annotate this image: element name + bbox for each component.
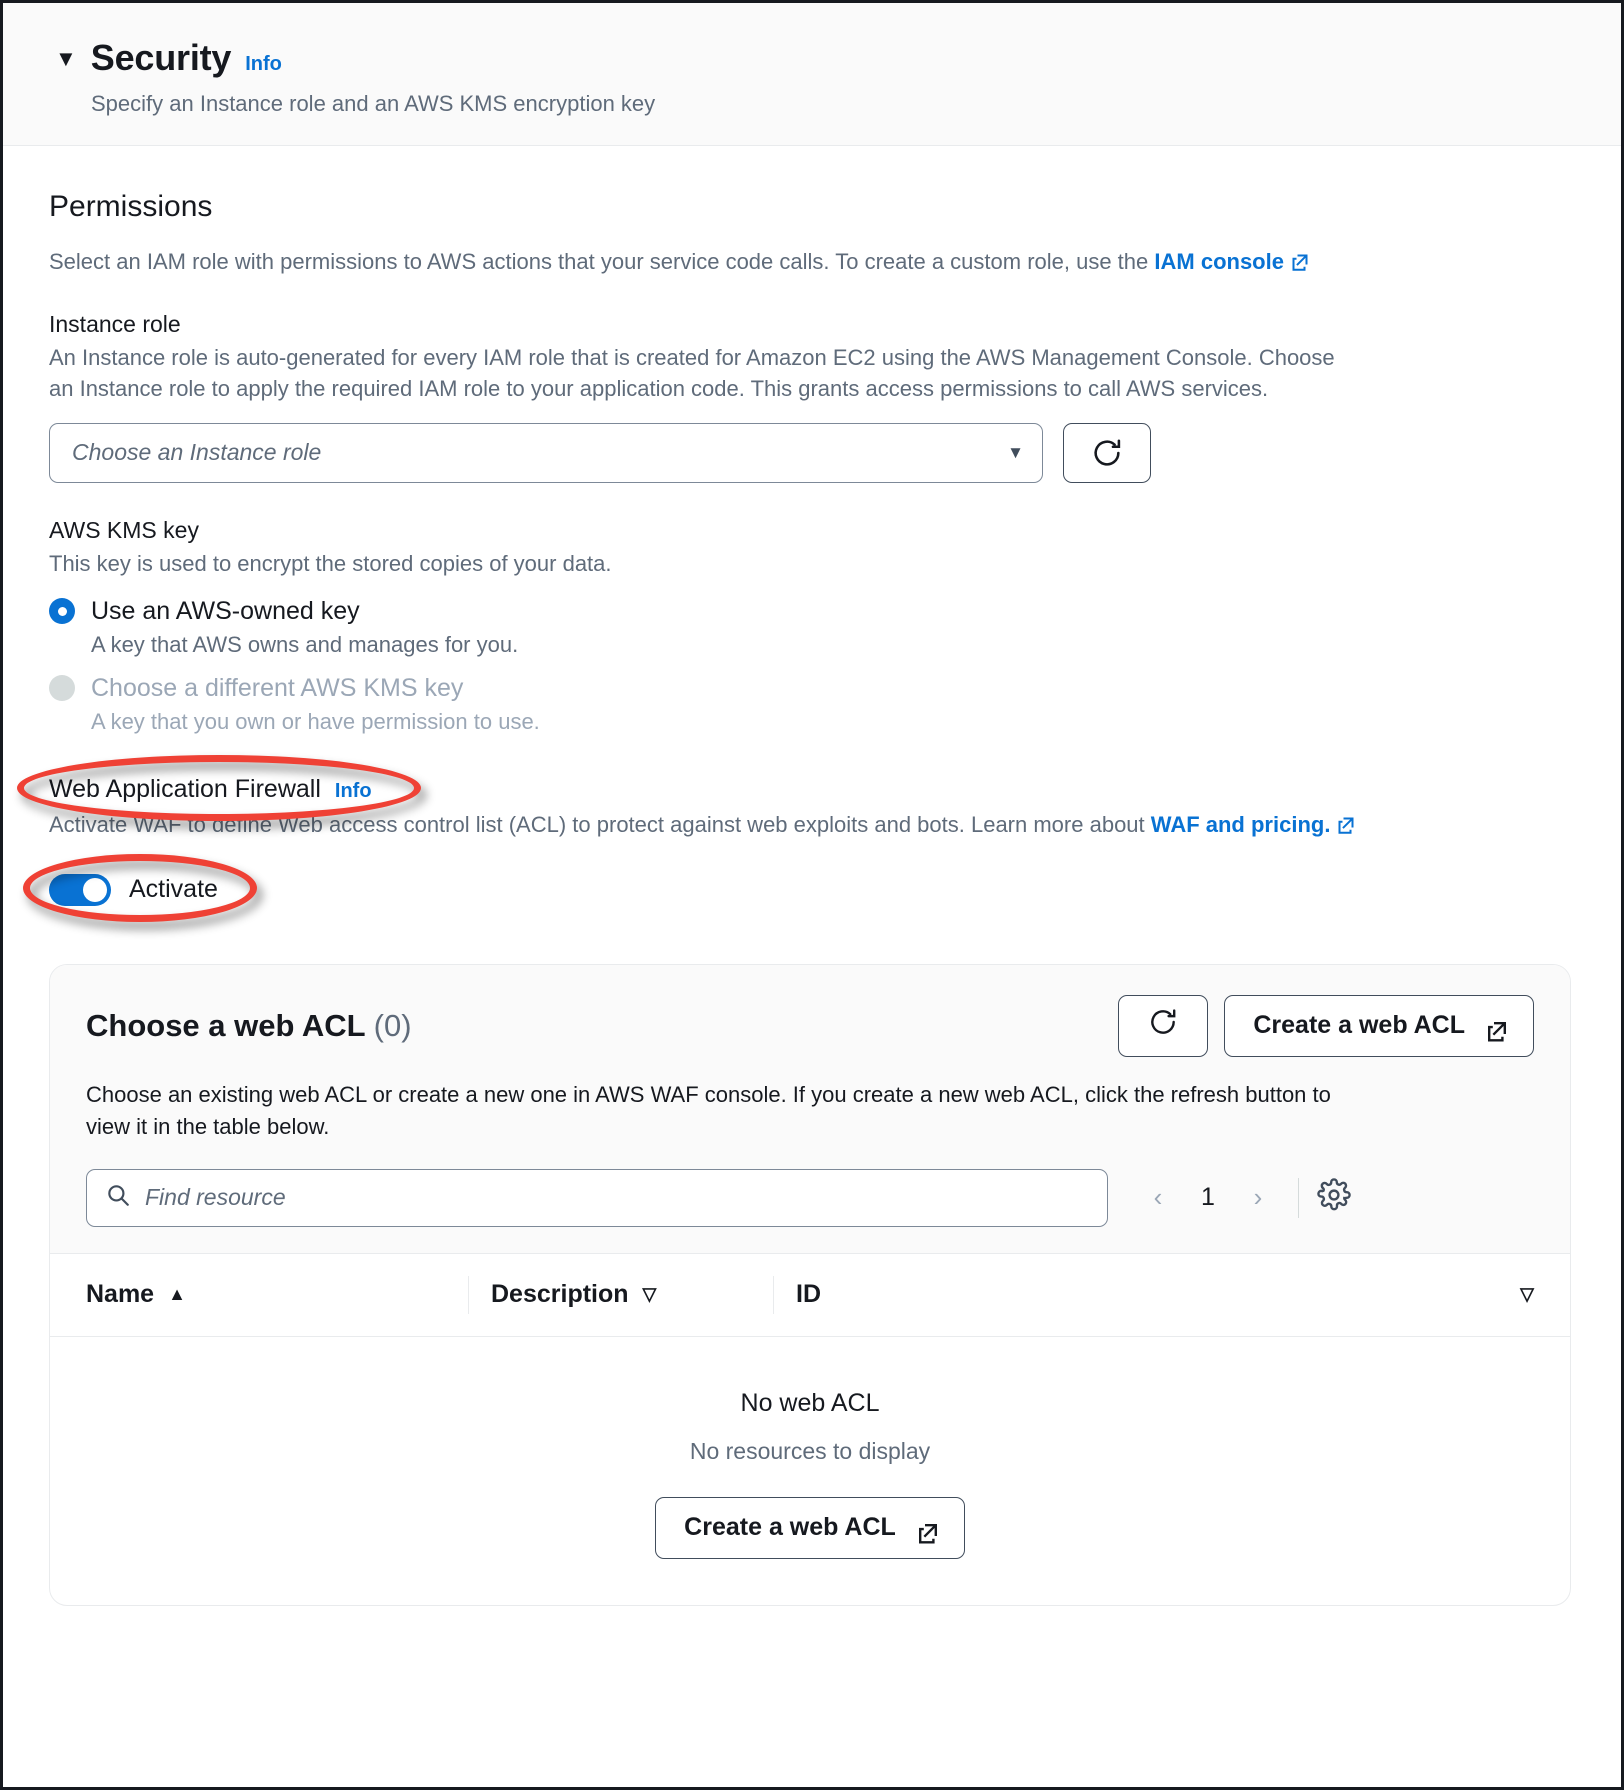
permissions-description: Select an IAM role with permissions to A… bbox=[49, 246, 1571, 277]
sort-ascending-icon: ▲ bbox=[168, 1284, 186, 1305]
pagination-next-button[interactable]: › bbox=[1236, 1176, 1280, 1220]
instance-role-placeholder: Choose an Instance role bbox=[72, 439, 322, 466]
web-acl-header-row: Choose a web ACL (0) Create a web ACL bbox=[86, 994, 1534, 1057]
column-divider bbox=[468, 1275, 469, 1314]
gear-icon bbox=[1317, 1178, 1351, 1217]
kms-option-aws-owned-label: Use an AWS-owned key bbox=[91, 596, 360, 625]
pagination-page-1[interactable]: 1 bbox=[1186, 1183, 1230, 1212]
toggle-knob bbox=[83, 877, 107, 902]
waf-description-text: Activate WAF to define Web access contro… bbox=[49, 811, 1151, 837]
search-icon bbox=[105, 1182, 131, 1213]
web-acl-card: Choose a web ACL (0) Create a web ACL Ch… bbox=[49, 963, 1571, 1606]
find-resource-input[interactable]: Find resource bbox=[86, 1168, 1108, 1227]
column-header-id-label: ID bbox=[796, 1280, 821, 1309]
security-subtitle: Specify an Instance role and an AWS KMS … bbox=[91, 91, 656, 116]
waf-section: Web Application Firewall Info Activate W… bbox=[49, 775, 1571, 906]
permissions-description-text: Select an IAM role with permissions to A… bbox=[49, 249, 1155, 274]
empty-state-title: No web ACL bbox=[740, 1388, 880, 1417]
instance-role-description: An Instance role is auto-generated for e… bbox=[49, 345, 1335, 402]
iam-console-link-label: IAM console bbox=[1154, 249, 1284, 274]
empty-state-subtitle: No resources to display bbox=[689, 1437, 931, 1464]
chevron-down-icon: ▼ bbox=[1007, 442, 1024, 462]
column-divider bbox=[773, 1275, 774, 1314]
table-preferences-button[interactable] bbox=[1317, 1178, 1351, 1217]
external-link-icon bbox=[1336, 815, 1356, 835]
column-header-name-label: Name bbox=[86, 1280, 155, 1309]
sort-descending-icon: ▽ bbox=[642, 1284, 657, 1305]
instance-role-select[interactable]: Choose an Instance role ▼ bbox=[49, 422, 1043, 483]
waf-pricing-link-label: WAF and pricing. bbox=[1150, 811, 1331, 837]
kms-key-radio-group: Use an AWS-owned key A key that AWS owns… bbox=[49, 597, 1571, 735]
waf-activate-toggle[interactable] bbox=[49, 873, 111, 906]
waf-title-row: Web Application Firewall Info bbox=[49, 775, 1571, 804]
create-web-acl-button-empty-label: Create a web ACL bbox=[684, 1513, 896, 1542]
web-acl-actions: Create a web ACL bbox=[1118, 994, 1534, 1057]
external-link-icon bbox=[1290, 252, 1310, 272]
web-acl-table-header: Name ▲ Description ▽ ID ▽ bbox=[50, 1252, 1570, 1337]
kms-key-label: AWS KMS key bbox=[49, 516, 199, 543]
kms-option-different-key-description: A key that you own or have permission to… bbox=[91, 708, 540, 734]
kms-option-aws-owned-line: Use an AWS-owned key bbox=[49, 597, 1571, 626]
web-acl-title: Choose a web ACL (0) bbox=[86, 1008, 1118, 1044]
column-header-description-label: Description bbox=[491, 1280, 629, 1309]
security-title-row: ▼ Security Info bbox=[55, 37, 1621, 79]
sort-descending-icon: ▽ bbox=[1520, 1284, 1534, 1305]
external-link-icon bbox=[1485, 1019, 1506, 1042]
web-acl-refresh-button[interactable] bbox=[1118, 994, 1209, 1057]
security-body: Permissions Select an IAM role with perm… bbox=[3, 146, 1621, 1606]
radio-aws-owned-key[interactable] bbox=[49, 598, 75, 625]
security-section-header: ▼ Security Info Specify an Instance role… bbox=[3, 3, 1621, 146]
waf-info-link[interactable]: Info bbox=[335, 780, 372, 803]
permissions-heading: Permissions bbox=[49, 190, 213, 223]
collapse-caret-icon[interactable]: ▼ bbox=[55, 48, 77, 70]
kms-option-aws-owned-description: A key that AWS owns and manages for you. bbox=[91, 631, 519, 657]
web-acl-card-header: Choose a web ACL (0) Create a web ACL Ch… bbox=[50, 964, 1570, 1253]
kms-option-different-key-label: Choose a different AWS KMS key bbox=[91, 673, 464, 702]
create-web-acl-button-top[interactable]: Create a web ACL bbox=[1224, 994, 1534, 1057]
kms-option-different-key-line: Choose a different AWS KMS key bbox=[49, 674, 1571, 703]
create-web-acl-button-empty[interactable]: Create a web ACL bbox=[655, 1496, 965, 1559]
waf-activate-row: Activate bbox=[49, 873, 1571, 906]
security-info-link[interactable]: Info bbox=[245, 53, 282, 76]
kms-key-description: This key is used to encrypt the stored c… bbox=[49, 550, 612, 576]
kms-option-different-key: Choose a different AWS KMS key A key tha… bbox=[49, 674, 1571, 735]
instance-role-row: Choose an Instance role ▼ bbox=[49, 422, 1571, 483]
refresh-icon bbox=[1147, 1006, 1179, 1045]
web-acl-description: Choose an existing web ACL or create a n… bbox=[86, 1081, 1331, 1139]
column-header-id[interactable]: ID bbox=[796, 1280, 1506, 1309]
empty-state-action-wrap: Create a web ACL bbox=[50, 1496, 1570, 1559]
kms-option-aws-owned[interactable]: Use an AWS-owned key A key that AWS owns… bbox=[49, 597, 1571, 658]
refresh-icon bbox=[1090, 436, 1124, 470]
waf-activate-label: Activate bbox=[129, 875, 218, 904]
security-section-page: ▼ Security Info Specify an Instance role… bbox=[0, 0, 1624, 1790]
column-header-id-sort[interactable]: ▽ bbox=[1506, 1284, 1534, 1305]
waf-pricing-link[interactable]: WAF and pricing. bbox=[1151, 812, 1357, 837]
pagination-prev-button[interactable]: ‹ bbox=[1136, 1176, 1180, 1220]
toolbar-divider bbox=[1298, 1177, 1299, 1218]
waf-description: Activate WAF to define Web access contro… bbox=[49, 812, 1571, 838]
radio-different-kms-key bbox=[49, 675, 75, 702]
column-header-description[interactable]: Description ▽ bbox=[491, 1280, 751, 1309]
web-acl-empty-state: No web ACL No resources to display Creat… bbox=[50, 1337, 1570, 1605]
instance-role-label: Instance role bbox=[49, 311, 181, 338]
find-resource-placeholder: Find resource bbox=[145, 1184, 286, 1211]
column-header-name[interactable]: Name ▲ bbox=[86, 1280, 446, 1309]
web-acl-count: (0) bbox=[373, 1007, 412, 1043]
pagination: ‹ 1 › bbox=[1136, 1176, 1280, 1220]
instance-role-refresh-button[interactable] bbox=[1063, 422, 1151, 483]
waf-title: Web Application Firewall bbox=[49, 774, 321, 803]
create-web-acl-button-top-label: Create a web ACL bbox=[1253, 1011, 1465, 1040]
web-acl-title-text: Choose a web ACL bbox=[86, 1007, 366, 1043]
external-link-icon bbox=[916, 1521, 937, 1544]
page-title: Security bbox=[90, 37, 232, 78]
iam-console-link[interactable]: IAM console bbox=[1154, 249, 1310, 274]
web-acl-filter-row: Find resource ‹ 1 › bbox=[86, 1143, 1534, 1253]
